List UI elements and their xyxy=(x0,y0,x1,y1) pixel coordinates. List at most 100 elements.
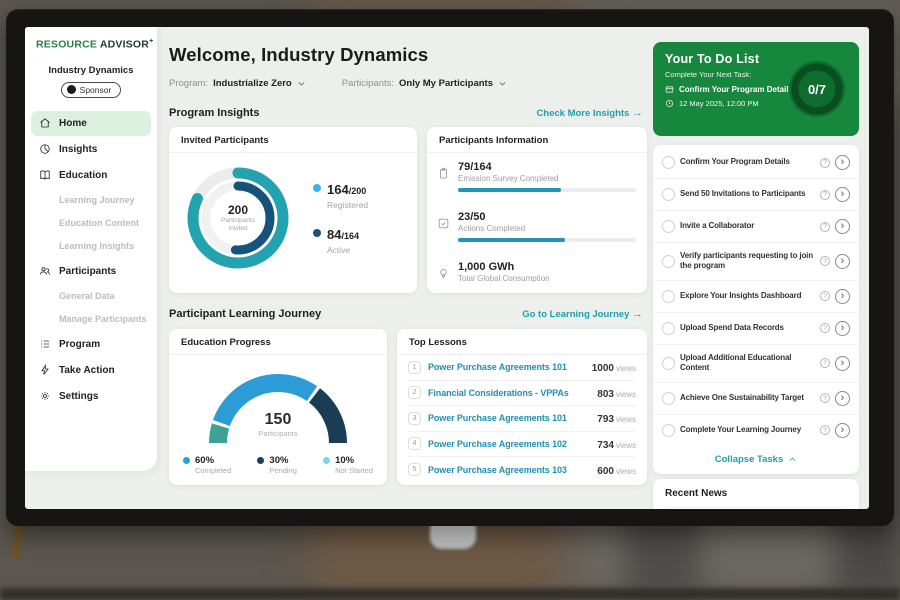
chevron-right-button[interactable]: › xyxy=(835,391,850,406)
views-suffix: views xyxy=(616,467,636,476)
chevron-right-button[interactable]: › xyxy=(835,356,850,371)
sidebar-item-general-data[interactable]: General Data xyxy=(25,285,157,308)
help-icon[interactable]: ? xyxy=(820,425,830,435)
participants-dropdown[interactable]: Participants: Only My Participants xyxy=(342,78,507,89)
chevron-right-button[interactable]: › xyxy=(835,289,850,304)
logo-part-resource: RESOURCE xyxy=(36,39,97,51)
home-icon xyxy=(39,117,51,129)
not-started-pct: 10% xyxy=(335,455,373,466)
views-suffix: views xyxy=(616,441,636,450)
sidebar-item-manage-participants[interactable]: Manage Participants xyxy=(25,308,157,331)
chevron-down-icon xyxy=(498,79,507,88)
go-to-learning-journey-link[interactable]: Go to Learning Journey → xyxy=(522,308,643,320)
collapse-tasks-link[interactable]: Collapse Tasks xyxy=(653,446,859,472)
completed-dot-icon xyxy=(183,457,190,464)
check-more-insights-link[interactable]: Check More Insights → xyxy=(536,107,643,119)
legend-active: 84/164 Active xyxy=(313,226,368,255)
task-checkbox[interactable] xyxy=(662,255,675,268)
sidebar-item-learning-journey[interactable]: Learning Journey xyxy=(25,189,157,212)
task-checkbox[interactable] xyxy=(662,156,675,169)
task-checkbox[interactable] xyxy=(662,322,675,335)
chevron-right-button[interactable]: › xyxy=(835,254,850,269)
chevron-right-button[interactable]: › xyxy=(835,219,850,234)
chevron-right-button[interactable]: › xyxy=(835,423,850,438)
task-checkbox[interactable] xyxy=(662,220,675,233)
lesson-link[interactable]: Power Purchase Agreements 102 xyxy=(428,439,590,449)
help-icon[interactable]: ? xyxy=(820,158,830,168)
sidebar-item-education[interactable]: Education xyxy=(31,163,151,188)
recent-news-title: Recent News xyxy=(665,488,847,508)
sidebar-item-education-content[interactable]: Education Content xyxy=(25,212,157,235)
task-checkbox[interactable] xyxy=(662,188,675,201)
chevron-right-button[interactable]: › xyxy=(835,155,850,170)
task-row: Invite a Collaborator ? › xyxy=(653,211,859,243)
collapse-label: Collapse Tasks xyxy=(715,454,783,465)
task-label: Upload Additional Educational Content xyxy=(680,353,815,374)
chevron-right-button[interactable]: › xyxy=(835,187,850,202)
filter-bar: Program: Industrialize Zero Participants… xyxy=(169,78,507,89)
donut-legend: 164/200 Registered 84/164 Active xyxy=(313,181,368,255)
list-icon xyxy=(39,338,51,350)
task-checkbox[interactable] xyxy=(662,357,675,370)
sidebar-item-home[interactable]: Home xyxy=(31,111,151,136)
card-icon xyxy=(665,85,674,94)
active-total: /164 xyxy=(341,231,359,241)
logo-part-advisor: ADVISOR xyxy=(100,39,149,51)
sidebar-item-take-action[interactable]: Take Action xyxy=(31,358,151,383)
todo-tasks-card: Confirm Your Program Details ? › Send 50… xyxy=(653,145,859,474)
lesson-row: 1 Power Purchase Agreements 101 1000view… xyxy=(408,355,636,381)
chevron-up-icon xyxy=(788,455,797,464)
help-icon[interactable]: ? xyxy=(820,358,830,368)
program-dropdown[interactable]: Program: Industrialize Zero xyxy=(169,78,306,89)
sidebar-item-label: General Data xyxy=(59,291,115,301)
sidebar-item-participants[interactable]: Participants xyxy=(31,259,151,284)
task-row: Upload Spend Data Records ? › xyxy=(653,313,859,345)
section-title-program-insights: Program Insights xyxy=(169,107,259,119)
sidebar-item-settings[interactable]: Settings xyxy=(31,384,151,409)
lesson-views: 793 xyxy=(597,414,614,425)
help-icon[interactable]: ? xyxy=(820,323,830,333)
desk-edge xyxy=(0,588,900,600)
lesson-link[interactable]: Power Purchase Agreements 101 xyxy=(428,413,590,423)
monitor-bezel: RESOURCE ADVISOR+ Industry Dynamics Spon… xyxy=(6,9,894,526)
lesson-link[interactable]: Power Purchase Agreements 103 xyxy=(428,465,590,475)
chevron-down-icon xyxy=(297,79,306,88)
help-icon[interactable]: ? xyxy=(820,291,830,301)
card-title: Participants Information xyxy=(427,127,647,153)
task-checkbox[interactable] xyxy=(662,392,675,405)
active-value: 84 xyxy=(327,227,341,242)
card-title: Invited Participants xyxy=(169,127,417,153)
participants-count: 150 xyxy=(183,411,373,429)
lesson-link[interactable]: Financial Considerations - VPPAs xyxy=(428,388,590,398)
sidebar-item-learning-insights[interactable]: Learning Insights xyxy=(25,235,157,258)
link-label: Go to Learning Journey xyxy=(522,309,629,320)
sidebar-item-label: Learning Journey xyxy=(59,195,135,205)
task-label: Confirm Your Program Details xyxy=(680,157,815,167)
task-row: Explore Your Insights Dashboard ? › xyxy=(653,281,859,313)
task-checkbox[interactable] xyxy=(662,424,675,437)
help-icon[interactable]: ? xyxy=(820,222,830,232)
sidebar-item-insights[interactable]: Insights xyxy=(31,137,151,162)
sponsor-badge[interactable]: Sponsor xyxy=(61,82,122,98)
sidebar-item-program[interactable]: Program xyxy=(31,332,151,357)
active-label: Active xyxy=(327,245,359,255)
registered-dot-icon xyxy=(313,184,321,192)
recent-news-card: Recent News xyxy=(653,479,859,509)
legend-not-started: 10% Not Started xyxy=(323,455,373,475)
help-icon[interactable]: ? xyxy=(820,190,830,200)
lesson-link[interactable]: Power Purchase Agreements 101 xyxy=(428,362,585,372)
task-label: Achieve One Sustainability Target xyxy=(680,393,815,403)
invited-count: 200 xyxy=(228,203,248,217)
participants-value: Only My Participants xyxy=(399,78,493,89)
help-icon[interactable]: ? xyxy=(820,256,830,266)
lesson-views: 1000 xyxy=(592,363,614,374)
sidebar-item-label: Program xyxy=(59,339,100,350)
invited-count-label: Invited xyxy=(228,225,247,233)
task-checkbox[interactable] xyxy=(662,290,675,303)
sidebar-item-label: Home xyxy=(59,118,87,129)
lightbulb-icon xyxy=(437,267,450,280)
completed-pct: 60% xyxy=(195,455,231,466)
help-icon[interactable]: ? xyxy=(820,393,830,403)
education-progress-card: Education Progress 150 Participants xyxy=(169,329,387,485)
chevron-right-button[interactable]: › xyxy=(835,321,850,336)
